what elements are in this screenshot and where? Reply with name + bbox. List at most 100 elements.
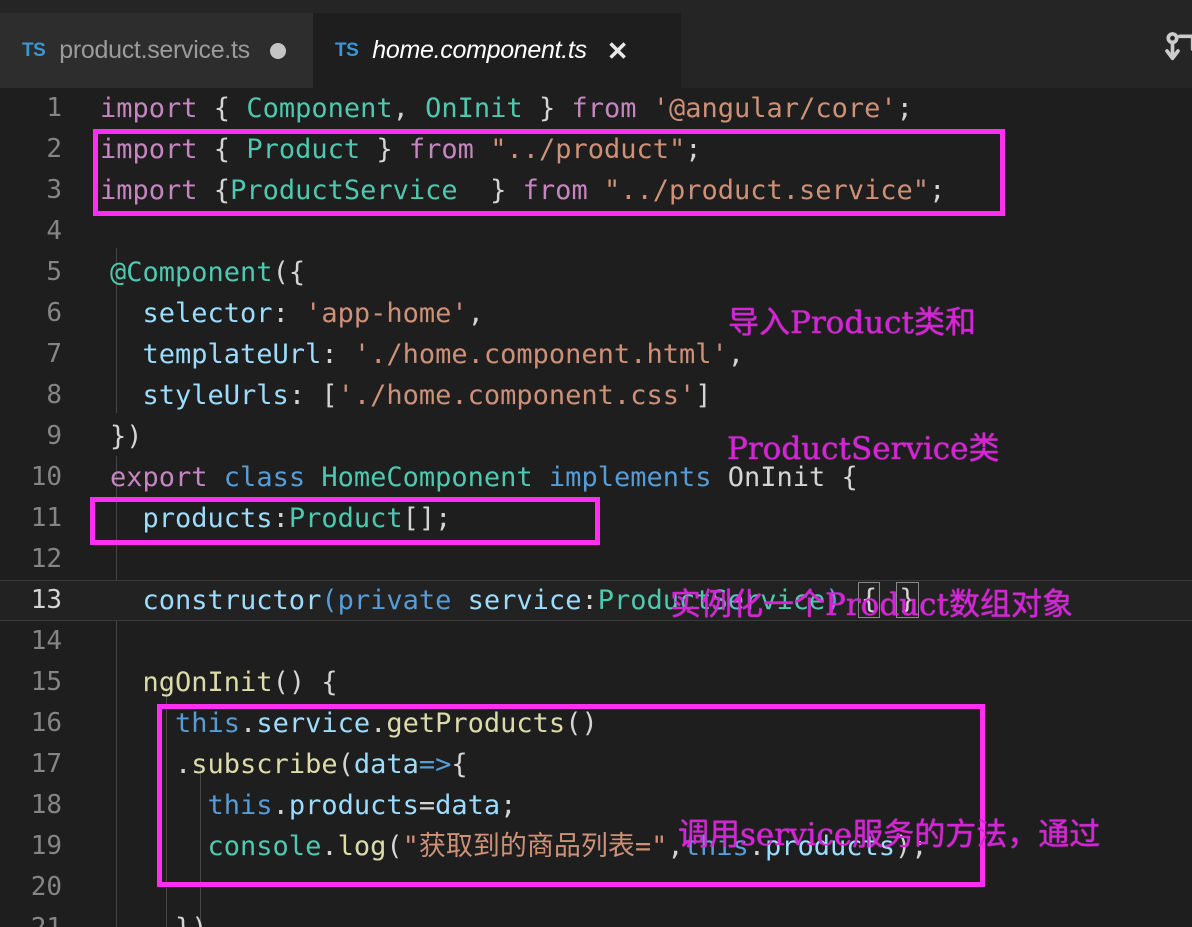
- products-annotation: 实例化一个Product数组对象: [670, 500, 1073, 710]
- typescript-file-icon: TS: [335, 39, 359, 61]
- tab-label: product.service.ts: [59, 36, 250, 64]
- token-string: '@angular/core': [636, 93, 897, 124]
- code-line: 2 import { Product } from "../product";: [0, 129, 1192, 170]
- line-content: this.products=data;: [110, 785, 517, 826]
- token-punct: }): [110, 421, 143, 452]
- line-number: 18: [30, 790, 62, 820]
- line-number: 1: [46, 93, 62, 123]
- token-punct: ,: [467, 298, 484, 329]
- token-punct: []: [402, 503, 436, 534]
- split-editor-icon[interactable]: [1156, 29, 1192, 73]
- token-punct: :: [288, 380, 322, 411]
- token-punct: }: [522, 93, 572, 124]
- line-content: }): [110, 908, 208, 927]
- token-property: styleUrls: [110, 380, 289, 411]
- line-number: 5: [46, 257, 62, 287]
- token-punct: :: [581, 585, 598, 616]
- token-type: Product: [288, 503, 403, 534]
- token-string: 'app-home': [305, 298, 468, 329]
- token-punct: ]: [695, 380, 712, 411]
- token-keyword: class: [207, 462, 322, 493]
- token-punct: ,: [392, 93, 426, 124]
- token-punct: {: [197, 93, 247, 124]
- line-number: 17: [30, 749, 62, 779]
- token-property: products: [110, 503, 273, 534]
- annotation-line: ProductService类: [727, 431, 1000, 467]
- token-punct: (): [565, 708, 598, 739]
- line-content: templateUrl: './home.component.html',: [110, 334, 744, 375]
- token-punct: {: [197, 175, 231, 206]
- token-type: ProductService: [230, 175, 458, 206]
- code-line: 3 import {ProductService } from "../prod…: [0, 170, 1192, 211]
- line-content: @Component({: [110, 252, 305, 293]
- token-string: './home.component.html': [353, 339, 728, 370]
- token-keyword: import: [100, 175, 198, 206]
- token-type: Product: [246, 134, 361, 165]
- token-keyword: from: [408, 134, 474, 165]
- token-variable: data: [435, 790, 501, 821]
- line-number: 6: [46, 298, 62, 328]
- token-function: constructor: [110, 585, 322, 616]
- line-number: 7: [46, 339, 62, 369]
- token-function: ngOnInit: [110, 667, 273, 698]
- token-punct: (: [321, 585, 338, 616]
- token-decorator: @Component: [110, 257, 273, 288]
- token-property: templateUrl: [110, 339, 322, 370]
- token-keyword: export: [110, 462, 208, 493]
- token-punct: =: [418, 790, 436, 821]
- annotation-line: 调用service服务的方法，通过: [678, 817, 1101, 853]
- line-number: 19: [30, 831, 62, 861]
- close-icon[interactable]: ✕: [607, 38, 629, 64]
- token-punct: ;: [500, 790, 517, 821]
- unsaved-dot-icon[interactable]: [269, 42, 286, 59]
- line-number: 2: [46, 134, 62, 164]
- token-punct: :: [272, 298, 306, 329]
- code-line: 4: [0, 211, 1192, 252]
- token-keyword: import: [100, 93, 198, 124]
- token-method: subscribe: [191, 749, 338, 780]
- annotation-line: 实例化一个Product数组对象: [670, 587, 1073, 623]
- tab-home-component-ts[interactable]: TS home.component.ts ✕: [313, 13, 681, 88]
- line-number: 14: [30, 626, 62, 656]
- token-punct: }: [457, 175, 523, 206]
- token-string: "../product": [473, 134, 686, 165]
- token-property: selector: [110, 298, 273, 329]
- token-string: "获取到的商品列表=": [402, 831, 668, 862]
- line-content: this.service.getProducts(): [110, 703, 598, 744]
- token-method: getProducts: [386, 708, 566, 739]
- line-number: 11: [30, 503, 62, 533]
- token-punct: }): [110, 913, 208, 927]
- line-number: 3: [46, 175, 62, 205]
- token-type: HomeComponent: [321, 462, 533, 493]
- line-number: 12: [30, 544, 62, 574]
- token-punct: [: [321, 380, 338, 411]
- token-punct: {: [451, 749, 468, 780]
- typescript-file-icon: TS: [22, 39, 46, 61]
- line-number: 10: [30, 462, 62, 492]
- line-content: selector: 'app-home',: [110, 293, 484, 334]
- token-punct: ;: [896, 93, 913, 124]
- token-keyword: import: [100, 134, 198, 165]
- code-line: 6 selector: 'app-home',: [0, 293, 1192, 334]
- line-content: }): [110, 416, 143, 457]
- token-punct: {: [197, 134, 247, 165]
- token-punct: .: [110, 749, 192, 780]
- token-punct: ;: [435, 503, 452, 534]
- tab-product-service-ts[interactable]: TS product.service.ts: [0, 13, 313, 88]
- token-keyword: from: [571, 93, 637, 124]
- line-content: import {ProductService } from "../produc…: [100, 170, 945, 211]
- token-punct: (: [386, 831, 403, 862]
- line-number: 20: [30, 872, 62, 902]
- token-punct: .: [370, 708, 387, 739]
- token-this: this: [110, 790, 273, 821]
- token-object: console: [110, 831, 322, 862]
- line-number: 9: [46, 421, 62, 451]
- token-punct: .: [240, 708, 257, 739]
- code-line: 1 import { Component, OnInit } from '@an…: [0, 88, 1192, 129]
- token-keyword: private: [337, 585, 452, 616]
- token-parameter: data: [353, 749, 419, 780]
- token-punct: ;: [685, 134, 702, 165]
- token-type: Component: [246, 93, 393, 124]
- line-content: import { Component, OnInit } from '@angu…: [100, 88, 913, 129]
- code-editor[interactable]: 1 import { Component, OnInit } from '@an…: [0, 88, 1192, 927]
